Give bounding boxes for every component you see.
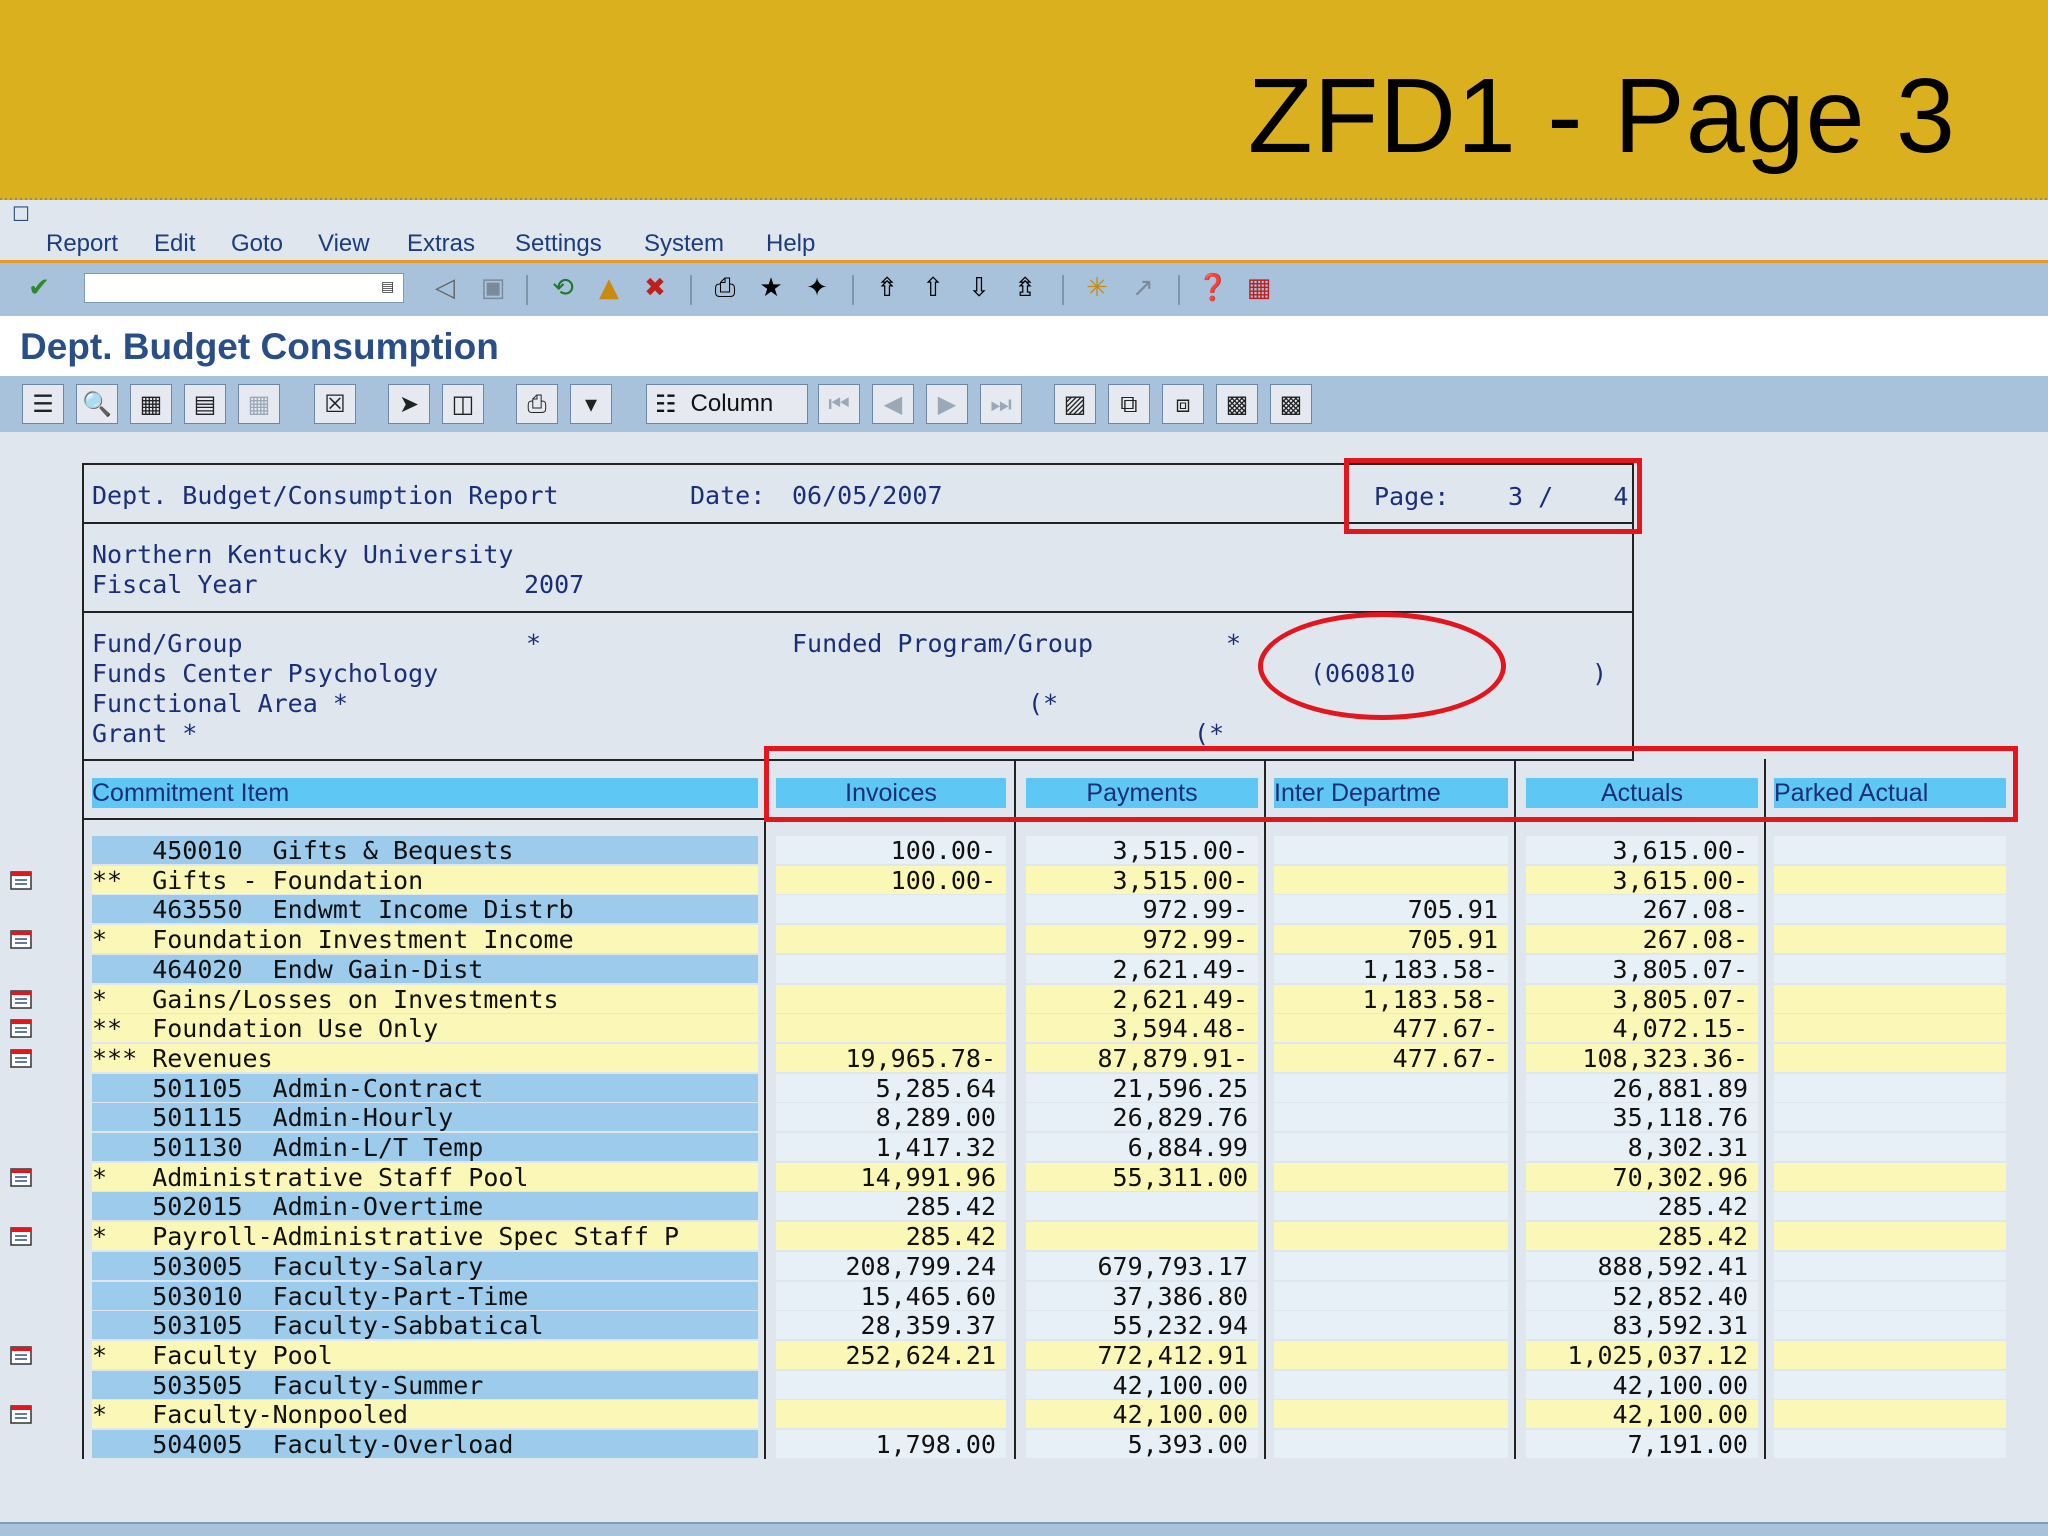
date-value: 06/05/2007 xyxy=(792,481,943,510)
screen-title-bar: Dept. Budget Consumption xyxy=(0,316,2048,376)
print-icon[interactable]: ⎙ xyxy=(708,271,742,305)
print-list-icon[interactable]: ⎙ xyxy=(516,384,558,424)
binoculars-icon: ☷ xyxy=(655,390,677,418)
menu-settings[interactable]: Settings xyxy=(515,230,602,258)
page-number-highlight xyxy=(1344,458,1642,534)
command-history-icon[interactable]: ▤ xyxy=(381,278,397,296)
column-button[interactable]: ☷ Column xyxy=(646,384,808,424)
menu-edit[interactable]: Edit xyxy=(154,230,195,258)
back-arrow-icon[interactable]: ◁ xyxy=(428,271,462,305)
funded-program-value: * xyxy=(1226,629,1242,658)
menu-report[interactable]: Report xyxy=(46,230,118,258)
enter-icon[interactable]: ✔ xyxy=(22,271,56,305)
slide-title: ZFD1 - Page 3 xyxy=(1247,57,1956,175)
functional-area-label: Functional Area * xyxy=(92,689,348,718)
menu-help[interactable]: Help xyxy=(766,230,815,258)
table-icon[interactable]: ▤ xyxy=(184,384,226,424)
next-column-icon[interactable]: ▶ xyxy=(926,384,968,424)
last-column-icon[interactable]: ⏭ xyxy=(980,384,1022,424)
expand-all-icon[interactable]: ⧉ xyxy=(1108,384,1150,424)
find-icon[interactable]: ★ xyxy=(754,271,788,305)
previous-page-icon[interactable]: ⇧ xyxy=(916,271,950,305)
hierarchy-down-icon[interactable]: ▩ xyxy=(1270,384,1312,424)
new-session-icon[interactable]: ✳ xyxy=(1080,271,1114,305)
fund-group-label: Fund/Group xyxy=(92,629,243,658)
fiscal-year-value: 2007 xyxy=(524,570,585,599)
previous-column-icon[interactable]: ◀ xyxy=(872,384,914,424)
exit-icon[interactable]: ▲ xyxy=(592,271,626,305)
filter-icon[interactable]: ▾ xyxy=(570,384,612,424)
find-next-icon[interactable]: ✦ xyxy=(800,271,834,305)
columns-icon[interactable]: ◫ xyxy=(442,384,484,424)
select-icon[interactable]: ➤ xyxy=(388,384,430,424)
help-icon[interactable]: ❓ xyxy=(1196,271,1230,305)
menu-bar: Report Edit Goto View Extras Settings Sy… xyxy=(0,224,2048,260)
slide-banner: ZFD1 - Page 3 xyxy=(0,0,2048,200)
funds-center-highlight xyxy=(1258,612,1506,720)
standard-toolbar: ✔ ▤ ◁ ▣ ⟲ ▲ ✖ ⎙ ★ ✦ ⇮ ⇧ ⇩ ⇯ ✳ ↗ ❓ ▦ xyxy=(0,260,2048,316)
menu-view[interactable]: View xyxy=(318,230,370,258)
menu-extras[interactable]: Extras xyxy=(407,230,475,258)
export-icon[interactable]: ▨ xyxy=(1054,384,1096,424)
details-icon[interactable]: 🔍 xyxy=(76,384,118,424)
next-page-icon[interactable]: ⇩ xyxy=(962,271,996,305)
grant-paren: (* xyxy=(1194,719,1225,748)
funded-program-label: Funded Program/Group xyxy=(792,629,1094,658)
command-field[interactable]: ▤ xyxy=(84,273,404,303)
application-toolbar: ☰ 🔍 ▦ ▤ ▦ ☒ ➤ ◫ ⎙ ▾ ☷ Column ⏮ ◀ ▶ ⏭ ▨ ⧉… xyxy=(0,376,2048,432)
delete-icon[interactable]: ☒ xyxy=(314,384,356,424)
back-icon[interactable]: ⟲ xyxy=(546,271,580,305)
date-label: Date: xyxy=(690,481,766,510)
university-name: Northern Kentucky University xyxy=(92,540,514,569)
status-bar xyxy=(0,1522,2048,1536)
report-title: Dept. Budget/Consumption Report xyxy=(92,481,559,510)
menu-system[interactable]: System xyxy=(644,230,724,258)
menu-goto[interactable]: Goto xyxy=(231,230,283,258)
last-page-icon[interactable]: ⇯ xyxy=(1008,271,1042,305)
first-page-icon[interactable]: ⇮ xyxy=(870,271,904,305)
sap-window: ☐ Report Edit Goto View Extras Settings … xyxy=(0,200,2048,1536)
grant-label: Grant * xyxy=(92,719,198,748)
screen-title: Dept. Budget Consumption xyxy=(20,326,499,367)
menu-toggle-icon[interactable]: ☐ xyxy=(12,205,38,225)
fiscal-year-label: Fiscal Year xyxy=(92,570,258,599)
functional-area-paren: (* xyxy=(1028,689,1059,718)
collapse-all-icon[interactable]: ⧈ xyxy=(1162,384,1204,424)
funds-center-close: ) xyxy=(1592,659,1608,688)
shortcut-icon[interactable]: ↗ xyxy=(1126,271,1160,305)
hierarchy-up-icon[interactable]: ▩ xyxy=(1216,384,1258,424)
first-column-icon[interactable]: ⏮ xyxy=(818,384,860,424)
fund-group-value: * xyxy=(526,629,542,658)
column-header-commitment-item[interactable]: Commitment Item xyxy=(92,778,758,808)
cancel-icon[interactable]: ✖ xyxy=(638,271,672,305)
disabled-grid-icon[interactable]: ▦ xyxy=(238,384,280,424)
save-icon[interactable]: ▣ xyxy=(476,271,510,305)
layout-menu-icon[interactable]: ▦ xyxy=(1242,271,1276,305)
column-button-label: Column xyxy=(690,390,774,417)
amount-columns-highlight xyxy=(764,746,2018,822)
sort-icon[interactable]: ▦ xyxy=(130,384,172,424)
funds-center-label: Funds Center Psychology xyxy=(92,659,439,688)
expand-hierarchy-icon[interactable]: ☰ xyxy=(22,384,64,424)
